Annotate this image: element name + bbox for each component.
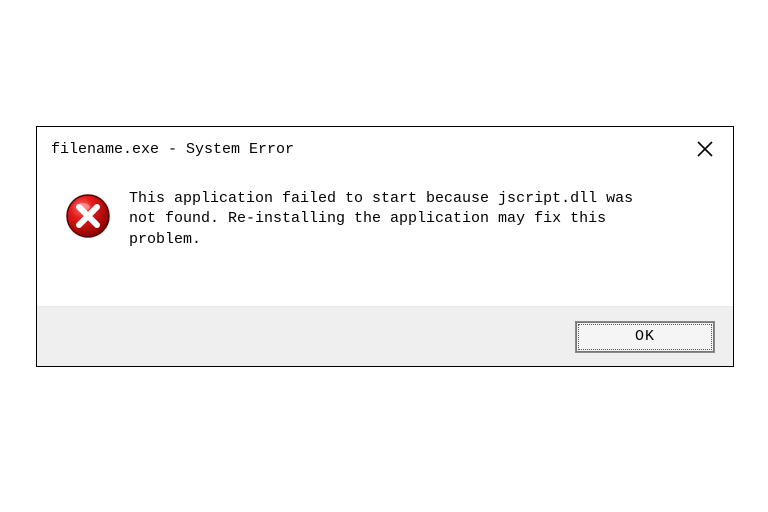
error-dialog: filename.exe - System Error bbox=[36, 126, 734, 367]
close-button[interactable] bbox=[689, 133, 721, 165]
error-icon bbox=[65, 193, 111, 239]
titlebar: filename.exe - System Error bbox=[37, 127, 733, 171]
dialog-message: This application failed to start because… bbox=[129, 189, 659, 250]
close-icon bbox=[696, 140, 714, 158]
dialog-footer: OK bbox=[37, 306, 733, 366]
dialog-body: This application failed to start because… bbox=[37, 171, 733, 306]
ok-button[interactable]: OK bbox=[575, 321, 715, 353]
dialog-title: filename.exe - System Error bbox=[51, 141, 689, 158]
